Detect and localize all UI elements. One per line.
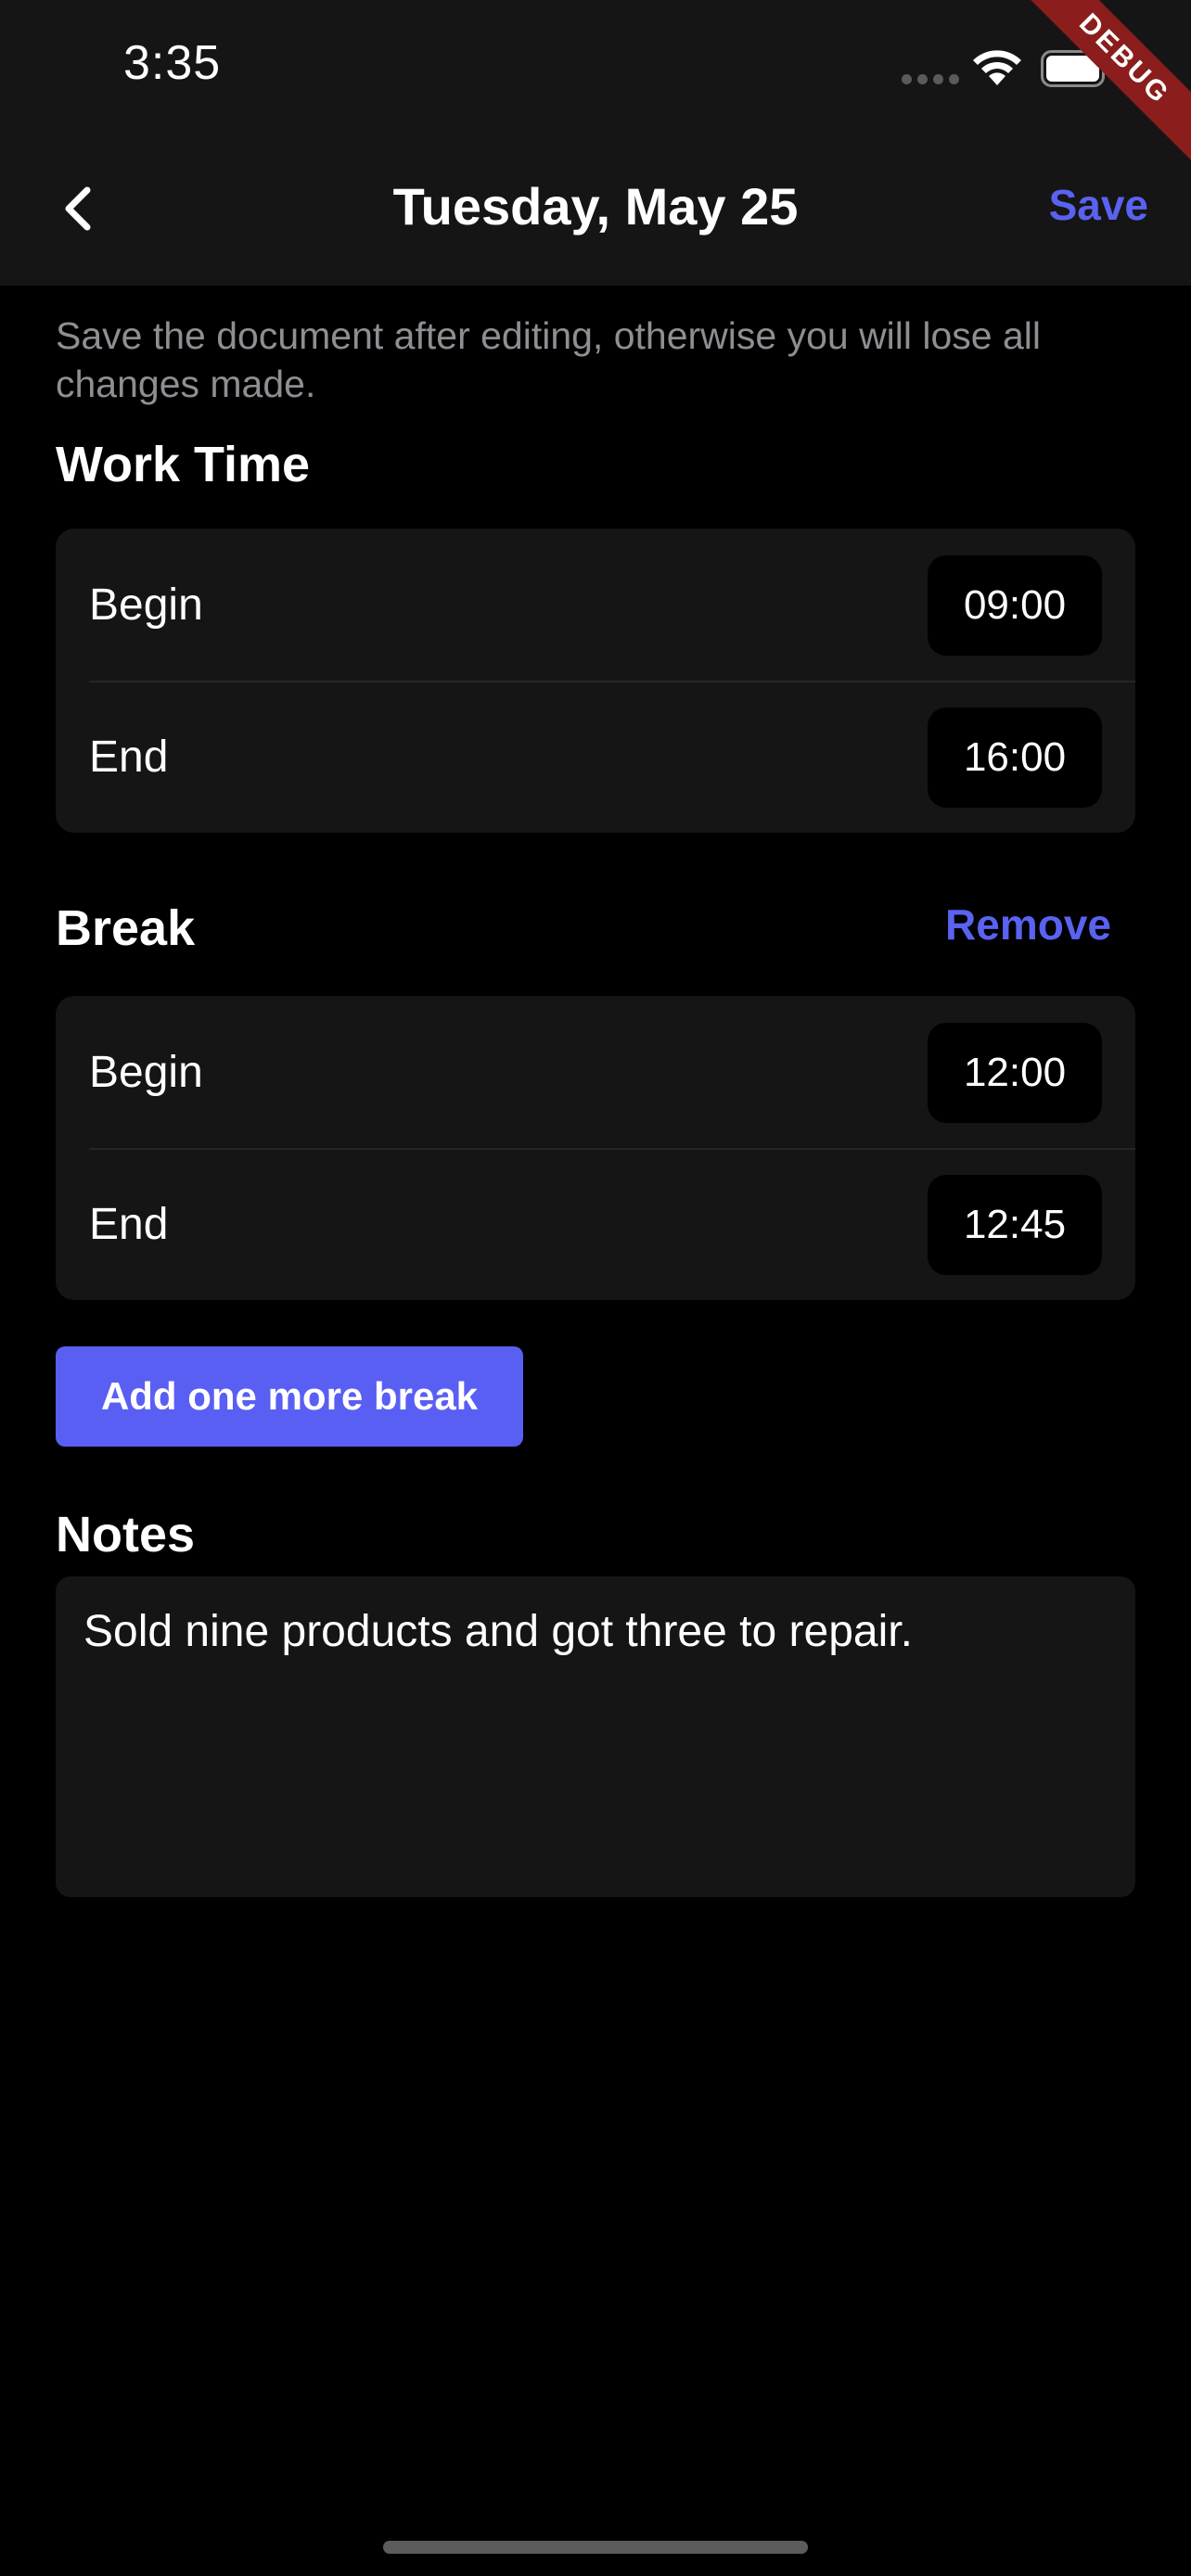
wifi-icon [973,50,1021,85]
break-end-row: End 12:45 [56,1148,1135,1300]
work-time-end-label: End [89,732,169,782]
save-hint-text: Save the document after editing, otherwi… [56,314,1042,405]
break-card: Begin 12:00 End 12:45 [56,996,1135,1300]
break-title: Break [56,900,196,956]
notes-title: Notes [56,1507,196,1562]
signal-dots-icon [902,74,959,84]
home-indicator[interactable] [383,2541,808,2554]
notes-field[interactable]: Sold nine products and got three to repa… [56,1576,1135,1897]
page-title: Tuesday, May 25 [392,177,799,236]
top-bar: 3:35 DEBUG Tuesday, May 25 Save [0,0,1191,286]
work-time-end-row: End 16:00 [56,681,1135,833]
save-button[interactable]: Save [1049,180,1148,230]
work-time-begin-picker[interactable]: 09:00 [928,555,1102,656]
remove-break-button[interactable]: Remove [945,899,1111,950]
status-time: 3:35 [123,36,222,90]
break-begin-picker[interactable]: 12:00 [928,1023,1102,1123]
work-time-begin-row: Begin 09:00 [56,529,1135,681]
work-time-card: Begin 09:00 End 16:00 [56,529,1135,833]
break-begin-row: Begin 12:00 [56,996,1135,1148]
work-time-title: Work Time [56,437,311,492]
add-break-button[interactable]: Add one more break [56,1346,523,1447]
break-end-picker[interactable]: 12:45 [928,1175,1102,1275]
break-end-label: End [89,1199,169,1249]
screen: 3:35 DEBUG Tuesday, May 25 Save Save the… [0,0,1191,2576]
debug-ribbon: DEBUG [1008,0,1191,175]
work-time-end-picker[interactable]: 16:00 [928,708,1102,808]
break-begin-label: Begin [89,1047,203,1097]
work-time-begin-label: Begin [89,580,203,630]
